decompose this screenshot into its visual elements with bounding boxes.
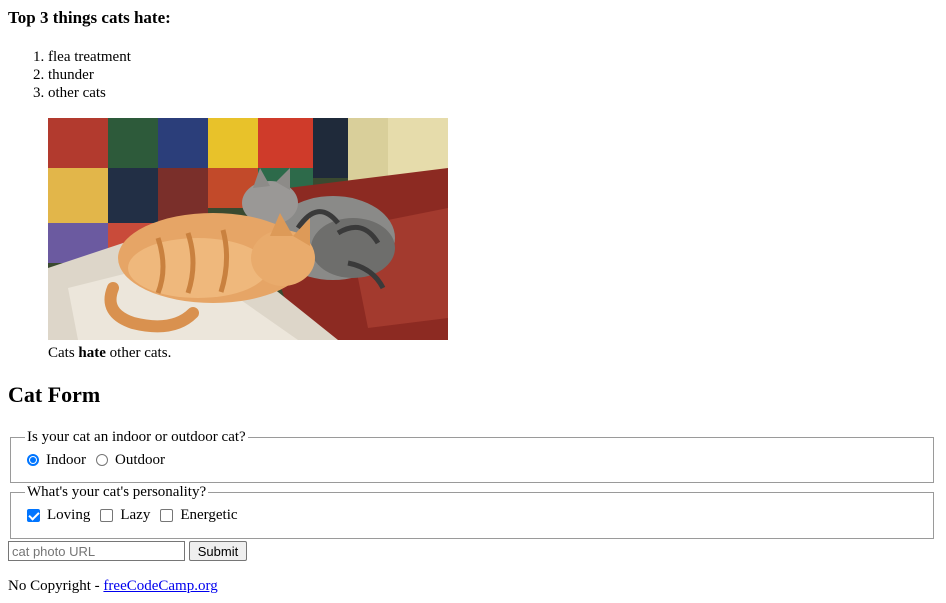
caption-emphasis: hate [78, 345, 106, 361]
indoor-outdoor-fieldset: Is your cat an indoor or outdoor cat? In… [10, 429, 934, 483]
lazy-checkbox[interactable] [100, 508, 114, 522]
personality-options: Loving Lazy Energetic [27, 502, 921, 528]
indoor-radio[interactable] [27, 454, 39, 466]
footer: No Copyright - freeCodeCamp.org [8, 577, 218, 595]
outdoor-label[interactable]: Outdoor [115, 452, 165, 469]
loving-option[interactable]: Loving [27, 507, 96, 524]
cat-figure: Cats hate other cats. [48, 118, 448, 362]
caption-text-end: other cats. [105, 345, 172, 361]
cats-photo [48, 118, 448, 340]
energetic-option[interactable]: Energetic [160, 507, 243, 524]
cat-photo-url-input[interactable] [8, 541, 185, 561]
list-item: flea treatment [48, 48, 131, 66]
loving-checkbox[interactable] [27, 508, 40, 522]
outdoor-radio[interactable] [96, 454, 108, 466]
submit-button[interactable]: Submit [189, 541, 247, 561]
indoor-outdoor-options: Indoor Outdoor [27, 447, 921, 473]
lazy-label[interactable]: Lazy [120, 507, 150, 524]
footer-text: No Copyright - [8, 578, 104, 594]
figure-caption: Cats hate other cats. [48, 344, 448, 362]
outdoor-option[interactable]: Outdoor [96, 452, 171, 469]
hate-list: flea treatment thunder other cats [8, 48, 131, 102]
list-item: thunder [48, 66, 131, 84]
energetic-checkbox[interactable] [160, 508, 174, 522]
list-item: other cats [48, 84, 131, 102]
loving-label[interactable]: Loving [47, 507, 90, 524]
form-title: Cat Form [8, 382, 101, 407]
lazy-option[interactable]: Lazy [100, 507, 156, 524]
indoor-option[interactable]: Indoor [27, 452, 92, 469]
page: Top 3 things cats hate: flea treatment t… [0, 0, 946, 603]
energetic-label[interactable]: Energetic [180, 507, 237, 524]
freecodecamp-link[interactable]: freeCodeCamp.org [103, 578, 217, 594]
list-title: Top 3 things cats hate: [8, 8, 171, 27]
personality-fieldset: What's your cat's personality? Loving La… [10, 484, 934, 539]
indoor-label[interactable]: Indoor [46, 452, 86, 469]
caption-text-start: Cats [48, 345, 79, 361]
indoor-outdoor-legend: Is your cat an indoor or outdoor cat? [27, 429, 246, 445]
personality-legend: What's your cat's personality? [27, 484, 207, 500]
